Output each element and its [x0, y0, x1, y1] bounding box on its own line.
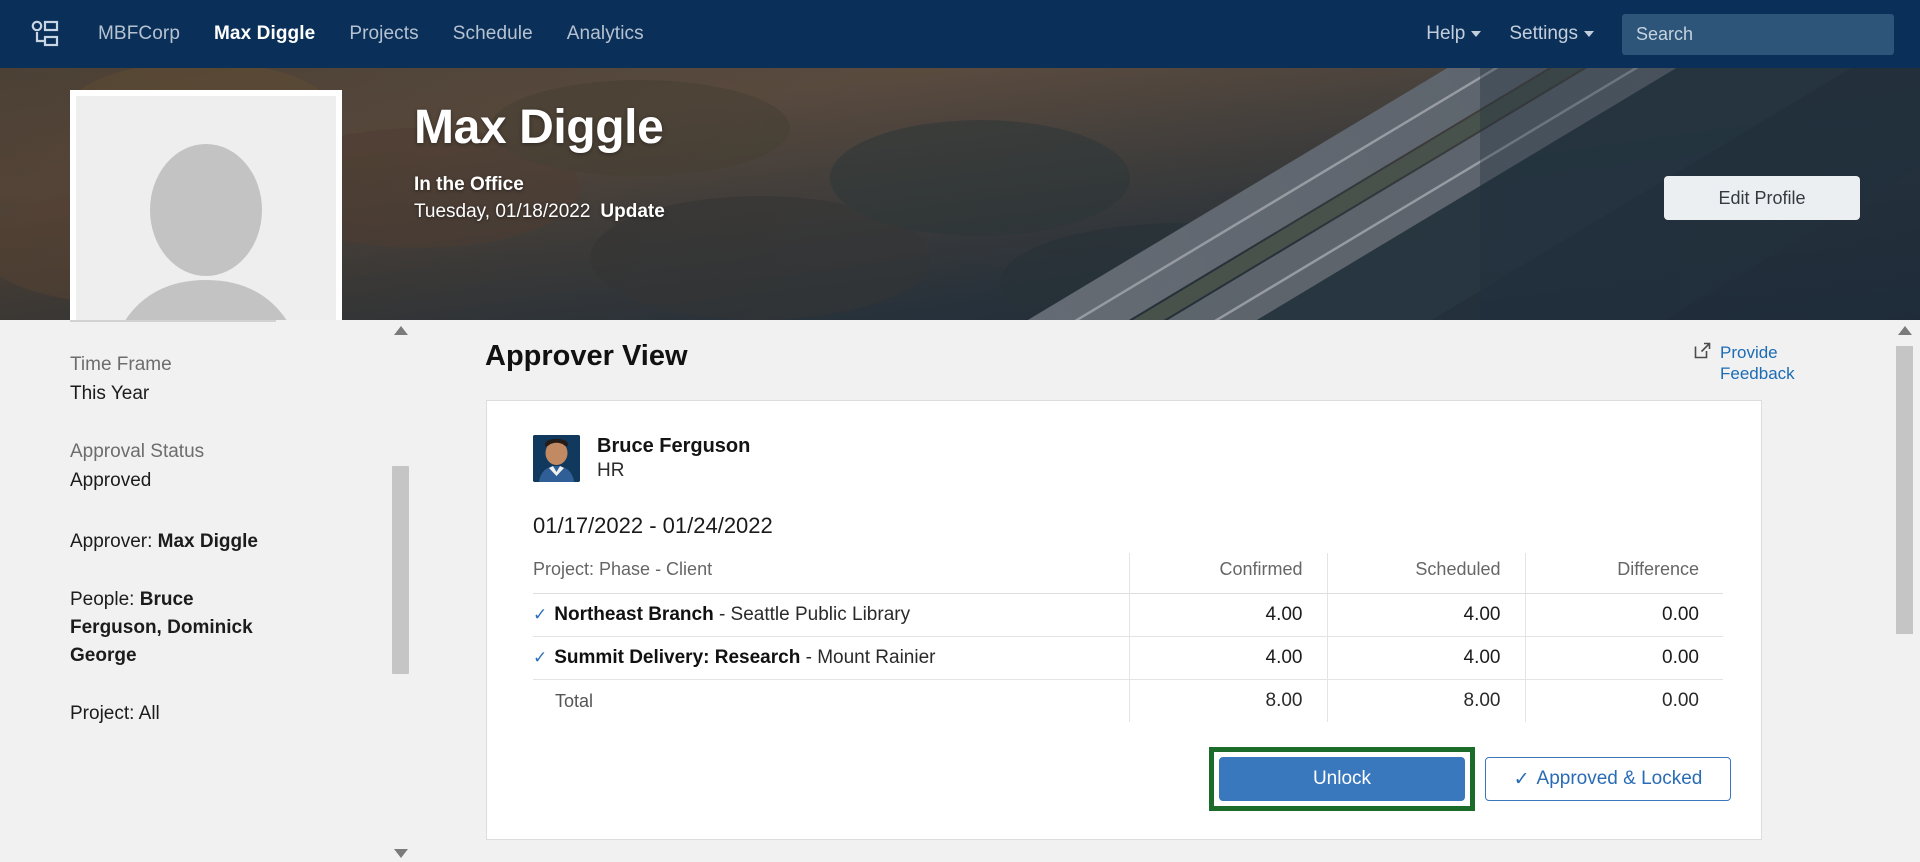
page-body: Time Frame This Year Approval Status App… — [0, 320, 1920, 862]
filter-project-label: Project: — [70, 703, 139, 724]
scroll-up-icon[interactable] — [394, 326, 408, 335]
row-confirmed: 4.00 — [1128, 636, 1327, 680]
nav-link-max-diggle[interactable]: Max Diggle — [214, 23, 315, 45]
settings-menu[interactable]: Settings — [1509, 23, 1594, 45]
column-header-project: Project: Phase - Client — [533, 553, 1129, 594]
main-content: Approver View Provide Feedback Bruce Fer… — [412, 320, 1920, 862]
section-title: Approver View — [485, 340, 688, 372]
row-difference: 0.00 — [1524, 593, 1723, 637]
row-project-cell: ✓ Northeast Branch - Seattle Public Libra… — [533, 593, 1129, 637]
unlock-button[interactable]: Unlock — [1219, 757, 1465, 801]
chevron-down-icon — [1584, 31, 1594, 37]
check-icon: ✓ — [533, 605, 548, 624]
chevron-down-icon — [1471, 31, 1482, 37]
row-difference: 0.00 — [1524, 636, 1723, 680]
primary-nav-links: MBFCorp Max Diggle Projects Schedule Ana… — [98, 23, 644, 45]
provide-feedback-label: Provide Feedback — [1720, 343, 1795, 383]
main-scrollbar[interactable] — [1894, 326, 1916, 862]
status-date-row: Tuesday, 01/18/2022 Update — [414, 201, 665, 223]
row-scheduled: 4.00 — [1326, 636, 1525, 680]
filter-people-label: People: — [70, 589, 140, 610]
help-menu[interactable]: Help — [1426, 23, 1482, 45]
approval-table: Project: Phase - Client Confirmed Schedu… — [533, 553, 1723, 722]
filter-project[interactable]: Project: All — [70, 700, 285, 728]
table-row[interactable]: ✓ Northeast Branch - Seattle Public Libra… — [533, 593, 1723, 637]
profile-hero-banner: Max Diggle In the Office Tuesday, 01/18/… — [0, 68, 1920, 320]
update-status-link[interactable]: Update — [600, 201, 664, 223]
sidebar-scrollbar-thumb[interactable] — [392, 466, 409, 674]
filter-project-value: All — [138, 703, 160, 724]
person-name: Bruce Ferguson — [597, 435, 751, 457]
total-confirmed: 8.00 — [1128, 679, 1327, 722]
search-input[interactable] — [1622, 13, 1894, 55]
approved-and-locked-button[interactable]: ✓ Approved & Locked — [1485, 757, 1731, 801]
page-title: Max Diggle — [414, 101, 664, 154]
filter-approver[interactable]: Approver: Max Diggle — [70, 528, 285, 556]
row-project-name: Northeast Branch — [554, 604, 714, 625]
filter-time-frame-label: Time Frame — [70, 354, 172, 375]
provide-feedback-link[interactable]: Provide Feedback — [1694, 342, 1806, 384]
check-icon: ✓ — [1513, 768, 1530, 790]
filter-approval-status-value: Approved — [70, 470, 152, 491]
external-link-icon — [1694, 342, 1711, 364]
approved-and-locked-label: Approved & Locked — [1536, 768, 1703, 789]
row-project-client: - Seattle Public Library — [713, 604, 911, 625]
card-action-buttons: Unlock ✓ Approved & Locked — [1209, 747, 1731, 811]
column-header-confirmed: Confirmed — [1128, 553, 1327, 594]
person-department: HR — [597, 460, 625, 481]
filter-approval-status-label: Approval Status — [70, 441, 205, 462]
table-row[interactable]: ✓ Summit Delivery: Research - Mount Raini… — [533, 636, 1723, 680]
top-navigation-bar: MBFCorp Max Diggle Projects Schedule Ana… — [0, 0, 1920, 68]
nav-link-mbfcorp[interactable]: MBFCorp — [98, 23, 180, 45]
user-photo — [533, 435, 580, 482]
nav-link-analytics[interactable]: Analytics — [567, 23, 644, 45]
sidebar-divider — [70, 320, 276, 322]
filter-sidebar: Time Frame This Year Approval Status App… — [0, 320, 372, 862]
table-header-row: Project: Phase - Client Confirmed Schedu… — [533, 553, 1723, 594]
row-project-cell: ✓ Summit Delivery: Research - Mount Raini… — [533, 636, 1129, 680]
scroll-down-icon[interactable] — [394, 849, 408, 858]
settings-menu-label: Settings — [1509, 23, 1578, 44]
main-scrollbar-thumb[interactable] — [1896, 346, 1913, 634]
status-date: Tuesday, 01/18/2022 — [414, 201, 591, 222]
avatar[interactable] — [70, 90, 342, 320]
nav-link-schedule[interactable]: Schedule — [453, 23, 533, 45]
sidebar-scrollbar[interactable] — [390, 326, 412, 862]
row-scheduled: 4.00 — [1326, 593, 1525, 637]
nav-link-projects[interactable]: Projects — [349, 23, 418, 45]
availability-status: In the Office — [414, 174, 524, 195]
total-scheduled: 8.00 — [1326, 679, 1525, 722]
person-info: Bruce Ferguson HR — [597, 435, 750, 482]
row-project-name: Summit Delivery: Research — [554, 647, 801, 668]
help-menu-label: Help — [1426, 23, 1466, 44]
edit-profile-button[interactable]: Edit Profile — [1664, 176, 1860, 220]
person-header: Bruce Ferguson HR — [533, 435, 750, 482]
filter-people[interactable]: People: Bruce Ferguson, Dominick George — [70, 586, 285, 670]
row-project-client: - Mount Rainier — [800, 647, 936, 668]
table-total-row: Total 8.00 8.00 0.00 — [533, 679, 1723, 722]
filter-approver-value: Max Diggle — [157, 531, 258, 552]
filter-time-frame-value: This Year — [70, 383, 150, 404]
person-placeholder-icon — [76, 96, 336, 320]
row-confirmed: 4.00 — [1128, 593, 1327, 637]
date-range: 01/17/2022 - 01/24/2022 — [533, 513, 773, 538]
org-chart-icon[interactable] — [28, 17, 62, 51]
column-header-difference: Difference — [1524, 553, 1723, 594]
total-difference: 0.00 — [1524, 679, 1723, 722]
column-header-scheduled: Scheduled — [1326, 553, 1525, 594]
unlock-button-highlight: Unlock — [1209, 747, 1475, 811]
filter-time-frame[interactable]: Time Frame This Year — [70, 354, 372, 405]
nav-right-group: Help Settings — [1426, 13, 1894, 55]
scroll-up-icon[interactable] — [1898, 326, 1912, 335]
filter-approval-status[interactable]: Approval Status Approved — [70, 441, 372, 492]
check-icon: ✓ — [533, 648, 548, 667]
approval-card: Bruce Ferguson HR 01/17/2022 - 01/24/202… — [486, 400, 1762, 840]
filter-approver-label: Approver: — [70, 531, 158, 552]
total-label: Total — [555, 690, 594, 711]
